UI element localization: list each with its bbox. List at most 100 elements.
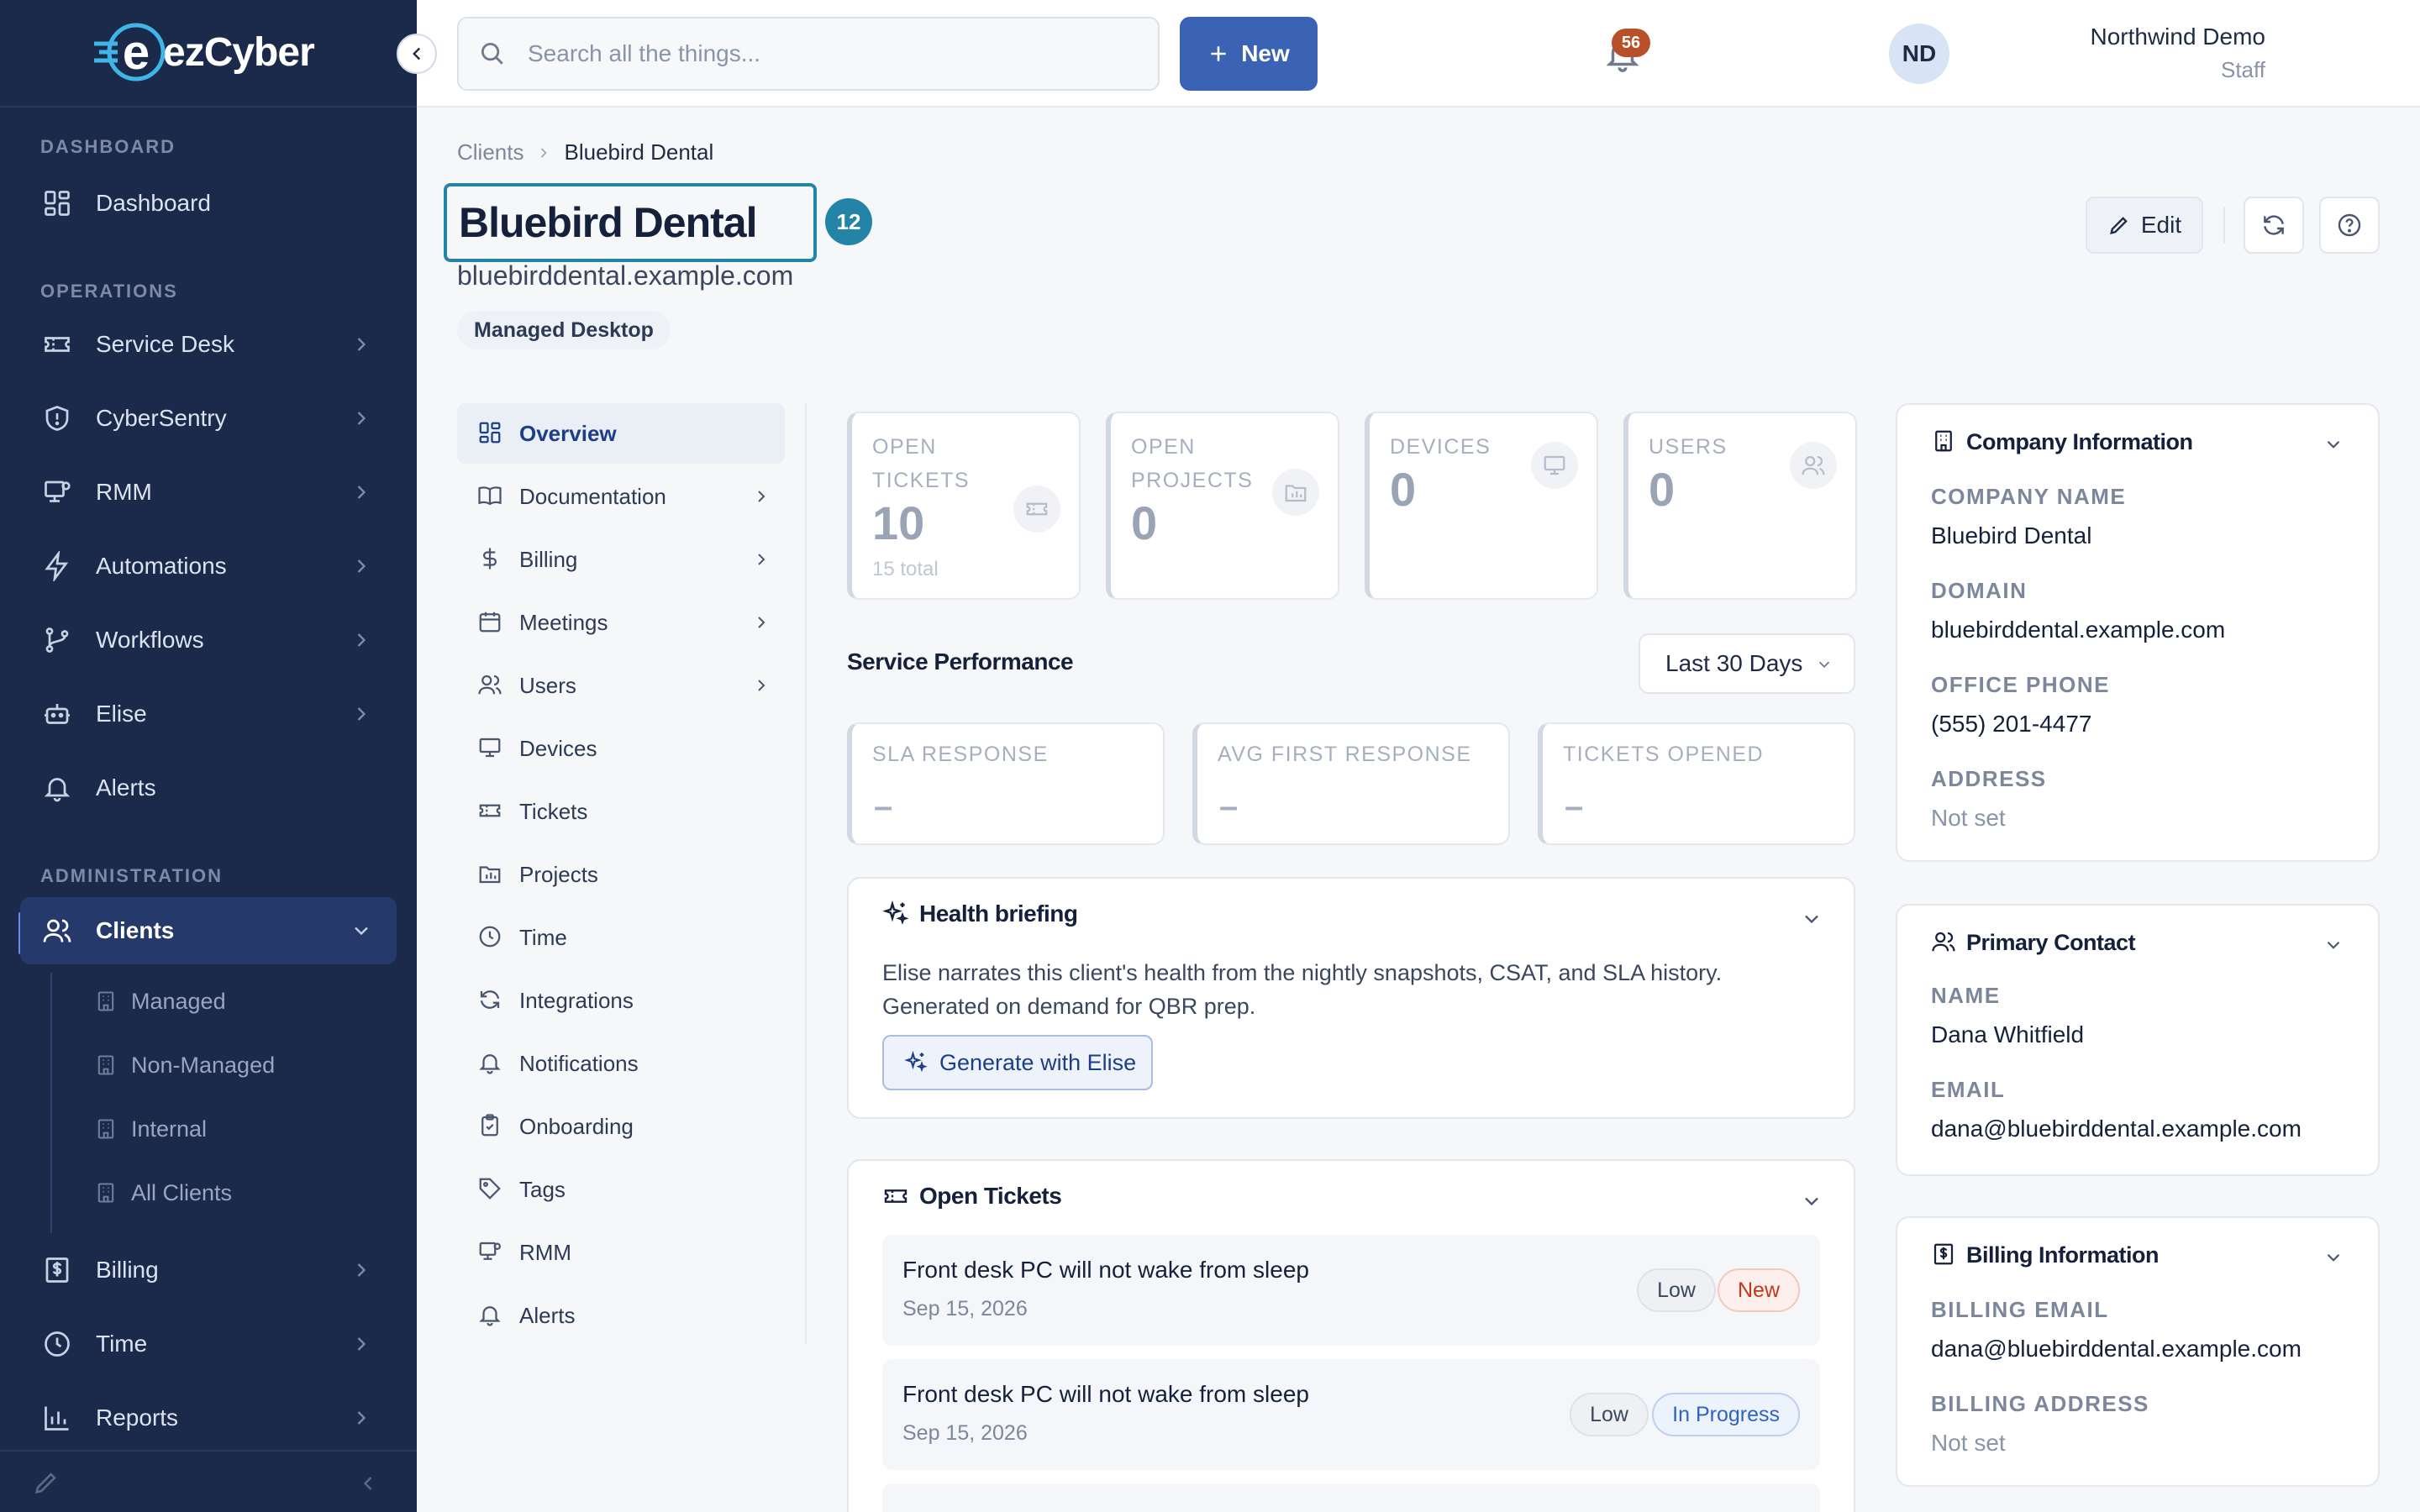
ticket-row[interactable]: Front desk PC will not wake from sleep S… — [882, 1359, 1820, 1470]
sidebar-subitem-non-managed[interactable]: Non-Managed — [94, 1040, 275, 1090]
sidebar-item-clients[interactable]: Clients — [20, 897, 397, 964]
stat-value: 0 — [1649, 463, 1676, 516]
collapse-chevron-left-icon[interactable] — [356, 1472, 380, 1495]
subnav-tickets[interactable]: Tickets — [457, 781, 785, 842]
generate-with-elise-button[interactable]: Generate with Elise — [882, 1035, 1153, 1090]
refresh-button[interactable] — [2244, 197, 2304, 254]
chevron-down-icon[interactable] — [2323, 1247, 2344, 1268]
stat-subtext: 15 total — [872, 558, 939, 580]
ticket-row[interactable] — [882, 1483, 1820, 1512]
subnav-users[interactable]: Users — [457, 655, 785, 716]
user-name[interactable]: Northwind Demo — [2090, 24, 2265, 50]
stat-card-devices[interactable]: DEVICES 0 — [1365, 412, 1598, 600]
ticket-date: Sep 15, 2026 — [902, 1421, 1028, 1445]
chevron-down-icon — [1815, 655, 1833, 674]
brand-logo[interactable]: e ezCyber — [92, 22, 315, 82]
ticket-date: Sep 15, 2026 — [902, 1297, 1028, 1320]
help-button[interactable] — [2319, 197, 2380, 254]
subnav-label: Documentation — [519, 483, 666, 509]
contact-email-value[interactable]: dana@bluebirddental.example.com — [1931, 1116, 2302, 1142]
chevron-right-icon — [350, 702, 373, 726]
subnav-overview[interactable]: Overview — [457, 403, 785, 464]
sidebar-collapse-button[interactable] — [397, 34, 437, 74]
sidebar-item-billing[interactable]: Billing — [20, 1236, 397, 1304]
health-briefing-header[interactable]: Health briefing — [882, 900, 1078, 927]
chevron-down-icon[interactable] — [1800, 907, 1823, 931]
sidebar-subitem-all-clients[interactable]: All Clients — [94, 1168, 232, 1218]
sidebar-item-rmm[interactable]: RMM — [20, 459, 397, 526]
subnav-onboarding[interactable]: Onboarding — [457, 1096, 785, 1157]
notification-count-badge: 56 — [1612, 29, 1650, 57]
sidebar-item-dashboard[interactable]: Dashboard — [20, 170, 397, 237]
subnav-alerts[interactable]: Alerts — [457, 1285, 785, 1346]
subnav-label: Tickets — [519, 798, 588, 824]
subnav-integrations[interactable]: Integrations — [457, 970, 785, 1031]
top-bar: Search all the things... New — [417, 0, 2420, 108]
folder-chart-icon — [1272, 469, 1319, 516]
chevron-down-icon[interactable] — [1800, 1189, 1823, 1213]
chevron-right-icon — [350, 1258, 373, 1282]
sidebar-item-label: Dashboard — [96, 190, 211, 216]
field-label: DOMAIN — [1931, 578, 2028, 603]
stat-card-open-projects[interactable]: OPEN PROJECTS 0 — [1106, 412, 1339, 600]
robot-icon — [40, 697, 74, 731]
sidebar-item-label: Reports — [96, 1404, 179, 1431]
chevron-right-icon — [350, 628, 373, 652]
subnav-projects[interactable]: Projects — [457, 844, 785, 905]
billing-email-value[interactable]: dana@bluebirddental.example.com — [1931, 1336, 2302, 1362]
stat-card-users[interactable]: USERS 0 — [1623, 412, 1857, 600]
clock-icon — [40, 1327, 74, 1361]
perf-value: – — [1219, 788, 1239, 825]
submenu-guide-line — [50, 973, 52, 1233]
field-label: EMAIL — [1931, 1077, 2006, 1102]
new-button[interactable]: New — [1180, 17, 1318, 91]
monitor-gear-icon — [477, 1239, 504, 1266]
perf-label: AVG FIRST RESPONSE — [1218, 743, 1472, 766]
date-range-select[interactable]: Last 30 Days — [1639, 633, 1855, 694]
billing-information-header[interactable]: Billing Information — [1931, 1242, 2159, 1268]
open-tickets-header[interactable]: Open Tickets — [882, 1183, 1062, 1210]
sidebar-item-alerts[interactable]: Alerts — [20, 754, 397, 822]
sidebar-item-elise[interactable]: Elise — [20, 680, 397, 748]
pencil-icon[interactable] — [32, 1468, 60, 1497]
client-type-tag[interactable]: Managed Desktop — [457, 311, 671, 349]
stat-card-open-tickets[interactable]: OPEN TICKETS 10 15 total — [847, 412, 1081, 600]
brand-prefix: e — [123, 25, 150, 80]
chevron-right-icon — [350, 480, 373, 504]
company-address-value: Not set — [1931, 805, 2006, 831]
stat-value: 10 — [872, 496, 925, 549]
section-administration: ADMINISTRATION — [40, 865, 224, 886]
chevron-right-icon — [751, 612, 771, 633]
sidebar-item-automations[interactable]: Automations — [20, 533, 397, 600]
user-avatar[interactable]: ND — [1889, 24, 1949, 84]
subnav-rmm[interactable]: RMM — [457, 1222, 785, 1283]
primary-contact-header[interactable]: Primary Contact — [1931, 929, 2136, 956]
chevron-down-icon[interactable] — [2323, 934, 2344, 956]
sidebar-item-service-desk[interactable]: Service Desk — [20, 311, 397, 378]
breadcrumb-clients-link[interactable]: Clients — [457, 139, 523, 165]
building-icon — [94, 1053, 118, 1077]
subnav-billing[interactable]: Billing — [457, 529, 785, 590]
client-title-field[interactable]: Bluebird Dental — [444, 183, 817, 262]
sidebar-subitem-managed[interactable]: Managed — [94, 976, 226, 1026]
subnav-notifications[interactable]: Notifications — [457, 1033, 785, 1094]
sidebar-item-workflows[interactable]: Workflows — [20, 606, 397, 674]
sidebar-item-reports[interactable]: Reports — [20, 1384, 397, 1452]
sidebar-item-time[interactable]: Time — [20, 1310, 397, 1378]
client-domain: bluebirddental.example.com — [457, 260, 794, 291]
subnav-meetings[interactable]: Meetings — [457, 592, 785, 653]
edit-button[interactable]: Edit — [2086, 197, 2203, 254]
sidebar-subitem-internal[interactable]: Internal — [94, 1104, 207, 1154]
subnav-time[interactable]: Time — [457, 907, 785, 968]
subnav-tags[interactable]: Tags — [457, 1159, 785, 1220]
subnav-devices[interactable]: Devices — [457, 718, 785, 779]
ticket-row[interactable]: Front desk PC will not wake from sleep S… — [882, 1235, 1820, 1346]
chevron-down-icon[interactable] — [2323, 433, 2344, 455]
subnav-documentation[interactable]: Documentation — [457, 466, 785, 527]
field-label: COMPANY NAME — [1931, 484, 2127, 509]
service-performance-title: Service Performance — [847, 648, 1074, 675]
dollar-receipt-icon — [1931, 1242, 1958, 1268]
global-search-input[interactable]: Search all the things... — [457, 17, 1160, 91]
sidebar-item-cybersentry[interactable]: CyberSentry — [20, 385, 397, 452]
company-information-header[interactable]: Company Information — [1931, 428, 2193, 455]
